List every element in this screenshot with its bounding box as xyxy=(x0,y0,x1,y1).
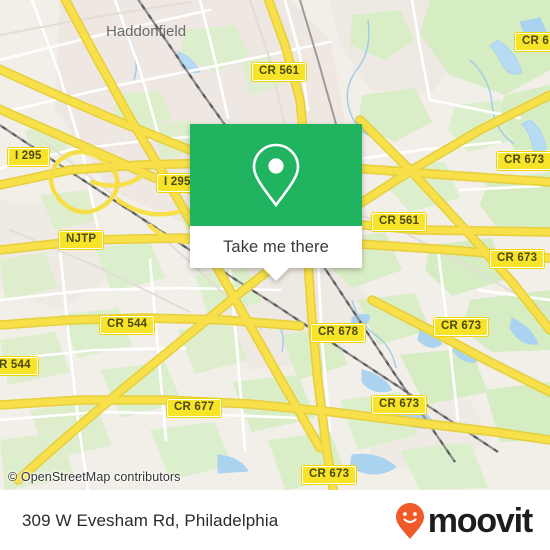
route-shield[interactable]: CR 678 xyxy=(309,323,367,343)
route-shield[interactable]: CR 544 xyxy=(98,315,156,335)
route-shield[interactable]: R 544 xyxy=(0,356,39,376)
moovit-logo[interactable]: moovit xyxy=(395,501,533,540)
route-shield[interactable]: CR 6 xyxy=(513,32,550,52)
osm-attribution: © OpenStreetMap contributors xyxy=(8,470,181,484)
route-shield[interactable]: CR 561 xyxy=(250,62,308,82)
map-pin-icon xyxy=(252,143,300,208)
route-shield[interactable]: CR 673 xyxy=(300,465,358,485)
route-shield[interactable]: CR 673 xyxy=(488,249,546,269)
route-shield[interactable]: CR 677 xyxy=(165,398,223,418)
footer-bar: 309 W Evesham Rd, Philadelphia moovit xyxy=(0,490,550,550)
route-shield[interactable]: CR 673 xyxy=(495,151,550,171)
location-popup[interactable]: Take me there xyxy=(190,124,362,281)
route-shield[interactable]: NJTP xyxy=(57,230,105,250)
address-label: 309 W Evesham Rd, Philadelphia xyxy=(22,510,279,530)
take-me-there-label: Take me there xyxy=(223,237,329,256)
route-shield[interactable]: CR 673 xyxy=(370,395,428,415)
popup-pin-panel xyxy=(190,124,362,226)
map-canvas[interactable]: Haddonfield CR 561 CR 6 I 295 CR 673 I 2… xyxy=(0,0,550,490)
popup-action-bar[interactable]: Take me there xyxy=(190,226,362,281)
moovit-wordmark: moovit xyxy=(427,501,533,540)
route-shield[interactable]: I 295 xyxy=(7,147,50,167)
moovit-pin-smiley-icon xyxy=(395,502,424,539)
place-label-haddonfield: Haddonfield xyxy=(106,23,187,40)
route-shield[interactable]: CR 673 xyxy=(432,317,490,337)
popup-tail xyxy=(263,268,289,281)
map-screenshot: Haddonfield CR 561 CR 6 I 295 CR 673 I 2… xyxy=(0,0,550,550)
route-shield[interactable]: CR 561 xyxy=(370,212,428,232)
